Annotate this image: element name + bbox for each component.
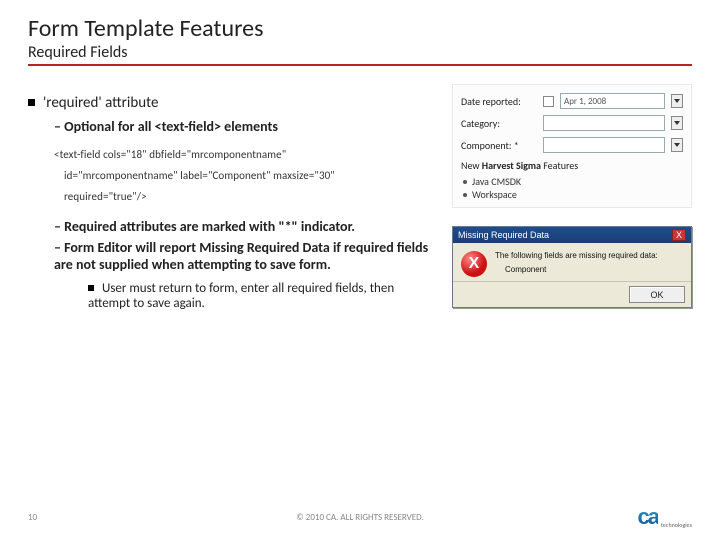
category-field xyxy=(543,115,665,131)
form-row: Category: xyxy=(461,115,683,131)
form-label: Component: * xyxy=(461,139,537,152)
bullet-l1-text: 'required' attribute xyxy=(43,94,158,112)
bullet-l2: Optional for all <text-field> elements xyxy=(54,118,438,135)
right-column: Date reported: Apr 1, 2008 Category: Com… xyxy=(452,84,692,311)
dropdown-icon xyxy=(671,94,683,108)
list-item: Java CMSDK xyxy=(463,175,683,188)
chevron-down-icon xyxy=(674,143,680,147)
dialog-message: The following fields are missing require… xyxy=(495,251,658,277)
list-item-text: Workspace xyxy=(472,188,517,201)
bullet-l2-text: Required attributes are marked with "*" … xyxy=(64,218,355,235)
bullet-l3-text: User must return to form, enter all requ… xyxy=(88,281,394,311)
slide-title: Form Template Features xyxy=(28,14,692,43)
code-line: <text-field cols="18" dbfield="mrcompone… xyxy=(54,145,438,166)
dialog-titlebar: Missing Required Data X xyxy=(453,227,691,243)
bullet-l2-text: Optional for all <text-field> elements xyxy=(64,118,278,135)
dialog-msg-line: The following fields are missing require… xyxy=(495,251,658,261)
component-field xyxy=(543,137,665,153)
section-prefix: New xyxy=(461,159,482,172)
list-item-text: Java CMSDK xyxy=(472,175,521,188)
copyright: © 2010 CA. ALL RIGHTS RESERVED. xyxy=(28,512,692,523)
section-suffix: Features xyxy=(541,159,578,172)
chevron-down-icon xyxy=(674,121,680,125)
dialog-body: X The following fields are missing requi… xyxy=(453,243,691,281)
close-icon: X xyxy=(672,229,686,241)
bullet-l2: Required attributes are marked with "*" … xyxy=(54,218,438,235)
code-line: required="true"/> xyxy=(64,187,438,208)
chevron-down-icon xyxy=(674,99,680,103)
dialog-msg-line: Component xyxy=(505,265,658,275)
slide-subtitle: Required Fields xyxy=(28,43,692,66)
form-row: Component: * xyxy=(461,137,683,153)
content-row: 'required' attribute Optional for all <t… xyxy=(28,84,692,311)
form-mock: Date reported: Apr 1, 2008 Category: Com… xyxy=(452,84,692,208)
date-field: Apr 1, 2008 xyxy=(560,93,665,109)
form-section-heading: New Harvest Sigma Features xyxy=(461,159,683,172)
dialog-title-text: Missing Required Data xyxy=(458,230,549,240)
footer: 10 © 2010 CA. ALL RIGHTS RESERVED. ca te… xyxy=(28,504,692,530)
bullet-l2: Form Editor will report Missing Required… xyxy=(54,239,438,273)
slide: Form Template Features Required Fields '… xyxy=(0,0,720,540)
bullet-dot-icon xyxy=(463,193,467,197)
form-label: Category: xyxy=(461,117,537,130)
ok-button: OK xyxy=(629,286,685,303)
list-item: Workspace xyxy=(463,188,683,201)
left-column: 'required' attribute Optional for all <t… xyxy=(28,84,438,311)
bullet-l1: 'required' attribute xyxy=(28,94,438,112)
dropdown-icon xyxy=(671,138,683,152)
bullet-l3: User must return to form, enter all requ… xyxy=(88,281,438,311)
code-line: id="mrcomponentname" label="Component" m… xyxy=(64,166,438,187)
bullet-dot-icon xyxy=(463,180,467,184)
form-row: Date reported: Apr 1, 2008 xyxy=(461,93,683,109)
square-bullet-icon xyxy=(28,99,35,106)
bullet-l2-text: Form Editor will report Missing Required… xyxy=(54,239,428,273)
dialog-buttons: OK xyxy=(453,281,691,307)
dropdown-icon xyxy=(671,116,683,130)
section-bold: Harvest Sigma xyxy=(482,159,541,172)
error-icon: X xyxy=(461,251,487,277)
form-label: Date reported: xyxy=(461,95,537,108)
code-sample: <text-field cols="18" dbfield="mrcompone… xyxy=(54,145,438,208)
checkbox-icon xyxy=(543,96,554,107)
date-value: Apr 1, 2008 xyxy=(564,96,606,107)
square-bullet-icon xyxy=(88,285,94,291)
dialog-mock: Missing Required Data X X The following … xyxy=(452,226,692,308)
